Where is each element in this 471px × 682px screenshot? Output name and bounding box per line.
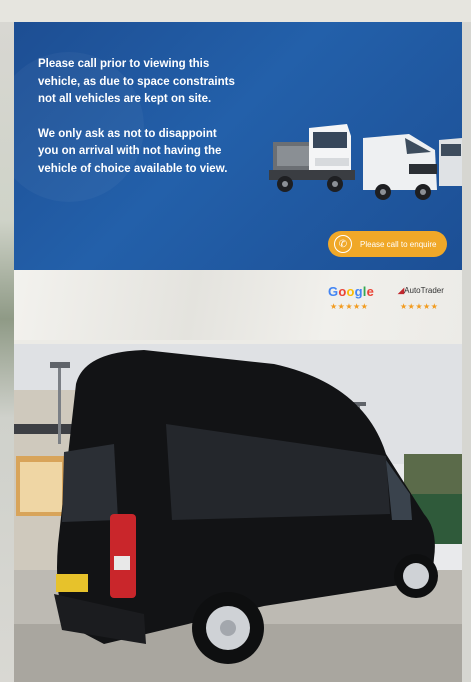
van-photo <box>14 344 462 682</box>
white-van-image <box>363 134 437 200</box>
phone-icon: ✆ <box>334 235 352 253</box>
ratings-band: Google ★★★★★ ◢AutoTrader ★★★★★ <box>14 270 462 340</box>
partial-vans-image <box>439 138 462 186</box>
google-logo: Google <box>328 284 375 299</box>
call-to-enquire-button[interactable]: ✆ Please call to enquire <box>328 231 447 257</box>
top-strip <box>0 0 471 22</box>
notice-paragraph-1: Please call prior to viewing this vehicl… <box>38 58 235 105</box>
viewing-notice-banner: Please call prior to viewing this vehicl… <box>14 22 462 270</box>
notice-paragraph-2: We only ask as not to disappoint you on … <box>38 127 228 175</box>
autotrader-logo: ◢AutoTrader <box>398 286 444 295</box>
vehicle-lineup-illustration <box>269 124 462 200</box>
right-edge-background <box>462 22 471 682</box>
cta-label: Please call to enquire <box>360 239 437 249</box>
autotrader-rating-stars: ★★★★★ <box>400 302 439 311</box>
autotrader-label: AutoTrader <box>404 286 444 295</box>
notice-text: Please call prior to viewing this vehicl… <box>38 56 238 195</box>
left-edge-background <box>0 22 14 682</box>
tipper-truck-image <box>269 124 355 192</box>
google-rating-stars: ★★★★★ <box>330 302 369 311</box>
